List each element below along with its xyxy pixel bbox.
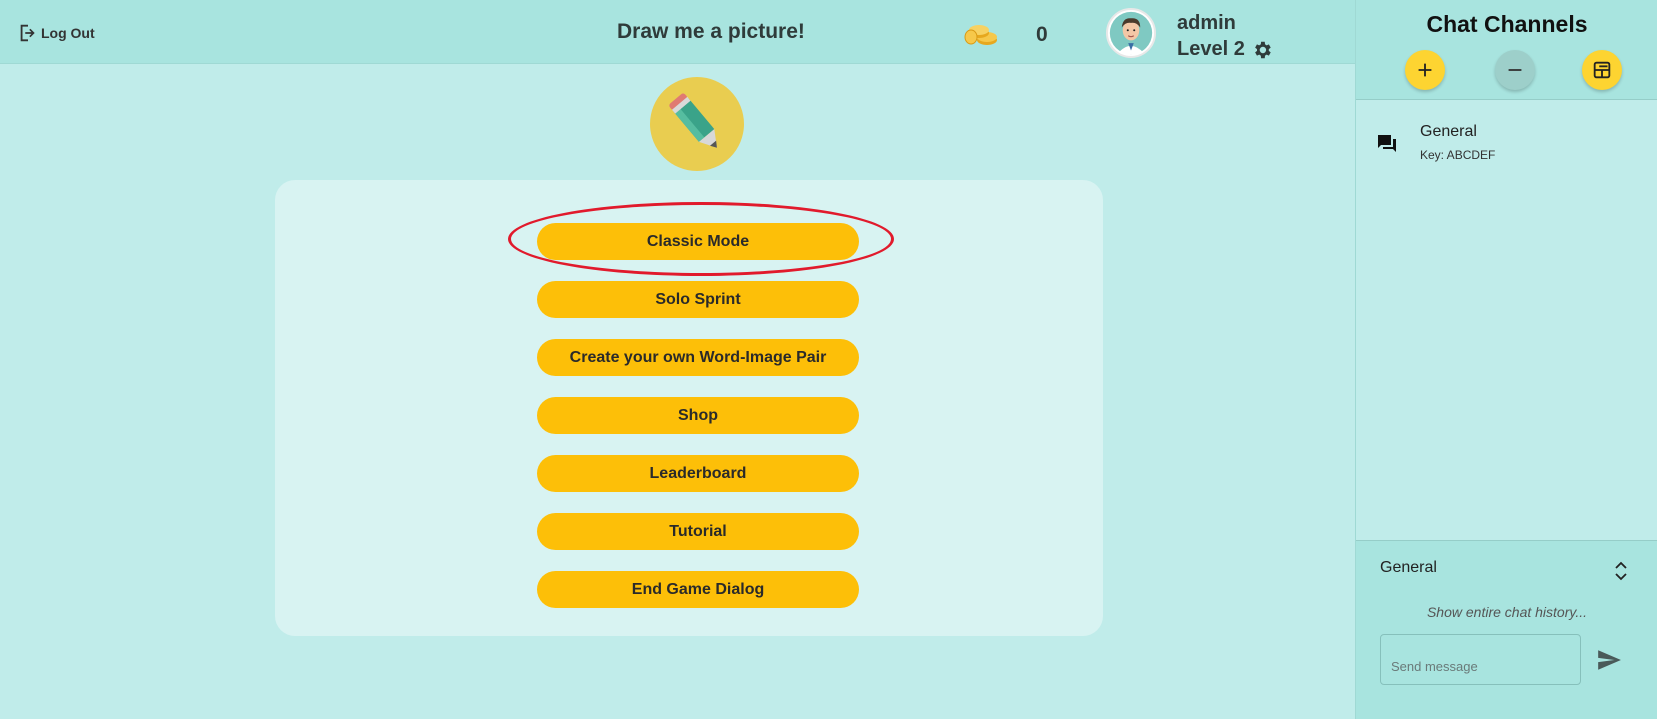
chat-sidebar-header: Chat Channels — [1356, 0, 1657, 100]
gear-icon[interactable] — [1251, 39, 1273, 61]
minus-icon — [1508, 69, 1522, 71]
merge-channels-button[interactable] — [1582, 50, 1622, 90]
channel-key: Key: ABCDEF — [1420, 148, 1496, 162]
chat-box: General Show entire chat history... — [1356, 540, 1657, 719]
chat-sidebar: Chat Channels General Key: ABCDEF Genera… — [1355, 0, 1657, 719]
unfold-icon[interactable] — [1612, 559, 1630, 583]
avatar[interactable] — [1106, 8, 1156, 58]
chat-channels-title: Chat Channels — [1426, 11, 1588, 37]
forum-icon — [1378, 135, 1396, 152]
game-mode-panel: Classic Mode Solo Sprint Create your own… — [275, 180, 1103, 636]
chat-history-link[interactable]: Show entire chat history... — [1356, 604, 1657, 620]
create-word-image-pair-button[interactable]: Create your own Word-Image Pair — [537, 339, 859, 376]
channel-name: General — [1420, 123, 1477, 140]
send-icon[interactable] — [1596, 647, 1622, 673]
shop-button[interactable]: Shop — [537, 397, 859, 434]
message-input[interactable] — [1380, 634, 1581, 685]
leaderboard-button[interactable]: Leaderboard — [537, 455, 859, 492]
top-bar: Log Out Draw me a picture! 0 admin Level… — [0, 0, 1355, 64]
coin-count: 0 — [1036, 23, 1048, 46]
solo-sprint-button[interactable]: Solo Sprint — [537, 281, 859, 318]
logout-button[interactable]: Log Out — [17, 22, 95, 44]
logout-icon — [20, 24, 35, 42]
classic-mode-button[interactable]: Classic Mode — [537, 223, 859, 260]
level-display: Level 2 — [1177, 38, 1273, 61]
plus-icon — [1418, 63, 1432, 77]
level-label: Level 2 — [1177, 38, 1245, 60]
coins-icon — [964, 25, 997, 45]
end-game-dialog-button[interactable]: End Game Dialog — [537, 571, 859, 608]
current-channel-name: General — [1380, 559, 1437, 576]
username: admin — [1177, 12, 1236, 34]
add-channel-button[interactable] — [1405, 50, 1445, 90]
pencil-logo — [650, 77, 744, 171]
remove-channel-button[interactable] — [1495, 50, 1535, 90]
page-title: Draw me a picture! — [617, 20, 805, 43]
merge-icon — [1593, 61, 1611, 79]
tutorial-button[interactable]: Tutorial — [537, 513, 859, 550]
logout-label: Log Out — [41, 25, 95, 41]
channel-item[interactable]: General Key: ABCDEF — [1356, 118, 1657, 174]
